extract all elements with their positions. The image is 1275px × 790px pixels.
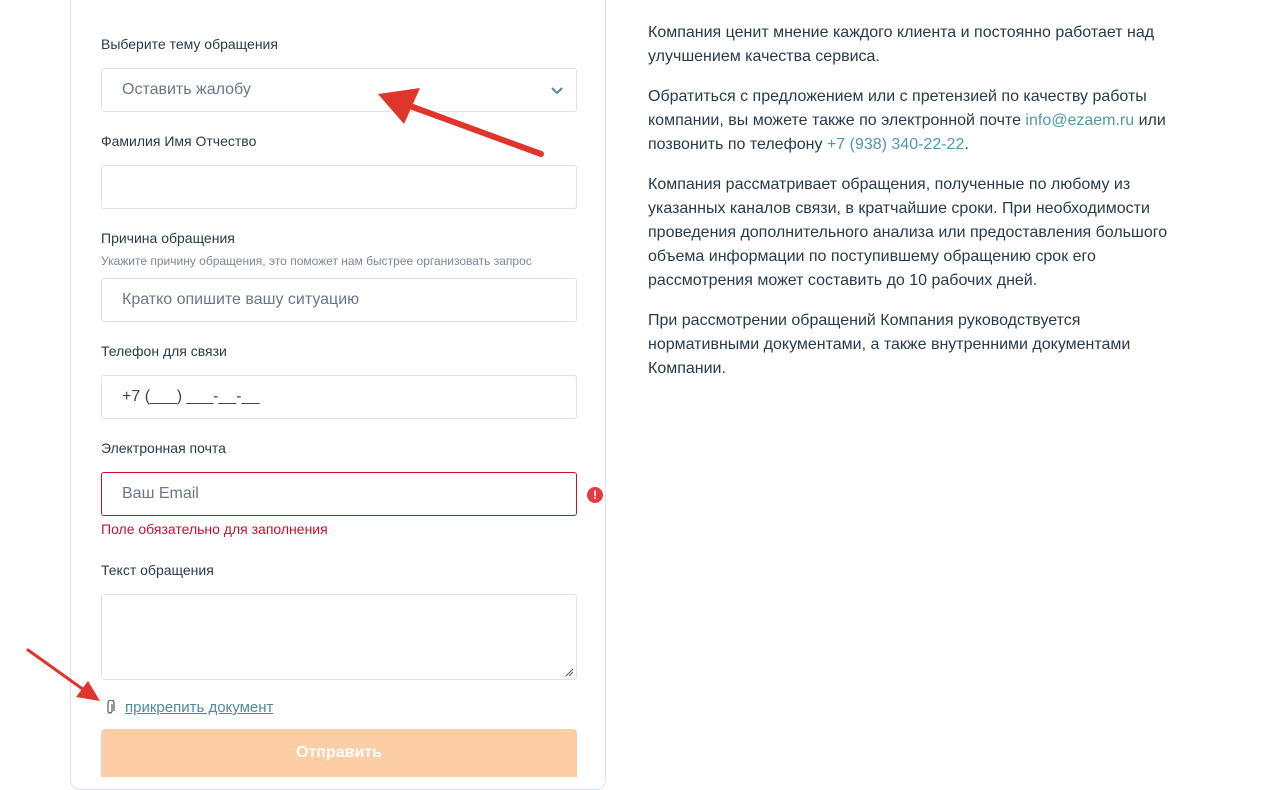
reason-input[interactable]: Кратко опишите вашу ситуацию: [101, 278, 577, 322]
text-area[interactable]: [101, 594, 577, 680]
email-link[interactable]: info@ezaem.ru: [1025, 112, 1134, 129]
info-paragraph-2: Обратиться с предложением или с претензи…: [648, 85, 1188, 157]
fio-label: Фамилия Имя Отчество: [101, 133, 257, 149]
info-p2-text-after: .: [964, 136, 969, 153]
reason-label: Причина обращения: [101, 230, 235, 246]
info-paragraph-4: При рассмотрении обращений Компания руко…: [648, 312, 1131, 377]
submit-button[interactable]: Отправить: [101, 729, 577, 777]
phone-label: Телефон для связи: [101, 343, 227, 359]
phone-input[interactable]: +7 (___) ___-__-__: [101, 375, 577, 419]
reason-hint: Укажите причину обращения, это поможет н…: [101, 254, 532, 268]
reason-input-placeholder: Кратко опишите вашу ситуацию: [122, 291, 360, 308]
email-input[interactable]: Ваш Email: [101, 472, 577, 516]
email-label: Электронная почта: [101, 440, 226, 456]
info-paragraph-3: Компания рассматривает обращения, получе…: [648, 176, 1168, 289]
fio-input[interactable]: [101, 165, 577, 209]
email-error-message: Поле обязательно для заполнения: [101, 521, 328, 537]
info-paragraph-1: Компания ценит мнение каждого клиента и …: [648, 24, 1155, 65]
phone-link[interactable]: +7 (938) 340-22-22: [827, 136, 964, 153]
topic-select[interactable]: Оставить жалобу: [101, 68, 577, 112]
chevron-down-icon: [551, 87, 563, 95]
info-text-block: Компания ценит мнение каждого клиента и …: [648, 21, 1188, 397]
paperclip-icon: [107, 699, 115, 714]
topic-label: Выберите тему обращения: [101, 36, 278, 52]
attach-document-link[interactable]: прикрепить документ: [125, 699, 273, 716]
text-label: Текст обращения: [101, 562, 214, 578]
attach-document[interactable]: прикрепить документ: [105, 699, 273, 716]
topic-select-value: Оставить жалобу: [122, 81, 251, 98]
error-icon: !: [587, 487, 603, 503]
phone-input-value: +7 (___) ___-__-__: [122, 388, 260, 405]
resize-grip-icon[interactable]: [564, 667, 574, 677]
email-input-placeholder: Ваш Email: [122, 485, 199, 502]
